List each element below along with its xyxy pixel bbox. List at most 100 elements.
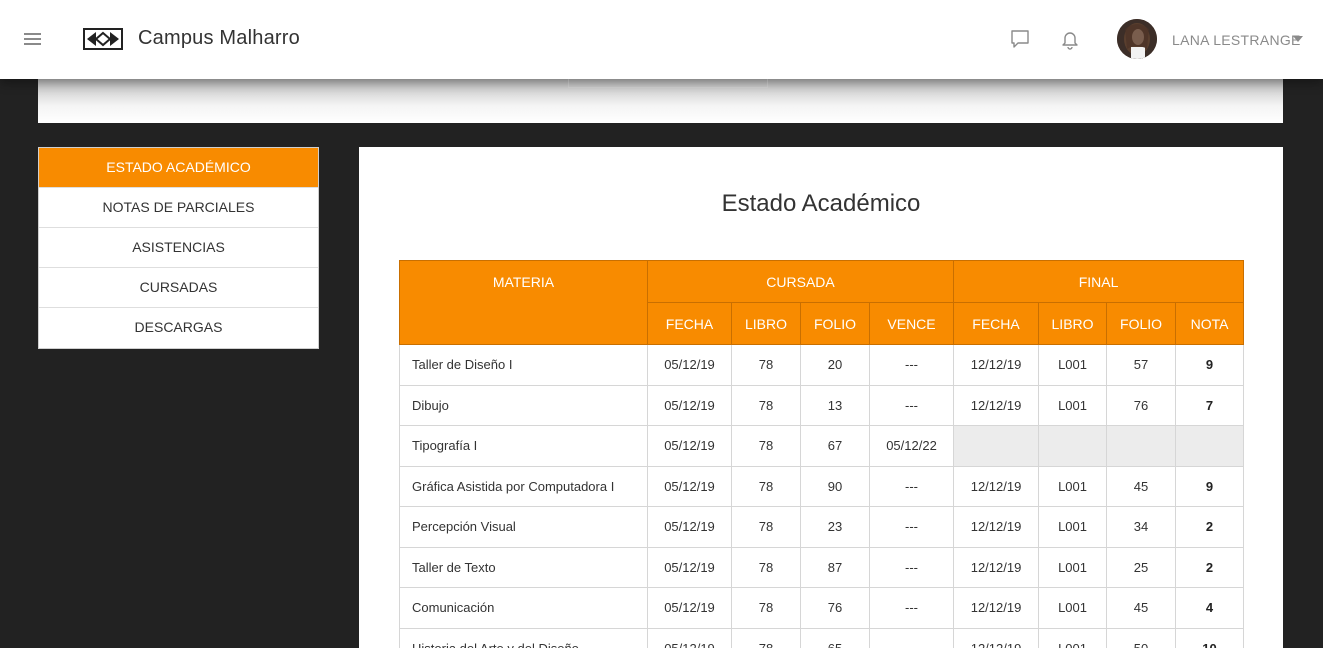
nota-cell: 4 (1175, 587, 1245, 629)
cursada-folio-cell: 20 (800, 344, 870, 386)
final-fecha-cell: 12/12/19 (953, 506, 1040, 548)
final-fecha-cell: 12/12/19 (953, 465, 1040, 507)
nota-cell: 9 (1175, 344, 1245, 386)
cursada-fecha-cell: 05/12/19 (647, 465, 732, 507)
final-folio-cell: 50 (1106, 627, 1177, 648)
table-row: Taller de Diseño I 05/12/19 78 20 --- 12/12/1… (399, 344, 1245, 386)
final-libro-cell: L001 (1038, 465, 1108, 507)
sidebar-item-descargas[interactable]: DESCARGAS (39, 308, 318, 348)
main-panel: Estado Académico MATERIA CURSADA FINAL F… (359, 147, 1283, 648)
header-cursada-folio: FOLIO (800, 302, 870, 345)
table-body: Taller de Diseño I 05/12/19 78 20 --- 12/12/1… (399, 344, 1245, 648)
sidebar-item-asistencias[interactable]: ASISTENCIAS (39, 228, 318, 268)
user-name[interactable]: LANA LESTRANGE (1172, 32, 1301, 48)
header-cursada-libro: LIBRO (731, 302, 801, 345)
final-fecha-cell: 12/12/19 (953, 546, 1040, 588)
cursada-libro-cell: 78 (731, 465, 801, 507)
header-cursada-fecha: FECHA (647, 302, 732, 345)
sidebar-item-notas-de-parciales[interactable]: NOTAS DE PARCIALES (39, 188, 318, 228)
header-final-fecha: FECHA (953, 302, 1040, 345)
cursada-fecha-cell: 05/12/19 (647, 627, 732, 648)
final-fecha-cell: 12/12/19 (953, 587, 1040, 629)
nota-cell: 2 (1175, 506, 1245, 548)
chevron-down-icon[interactable] (1293, 36, 1303, 42)
header-final-libro: LIBRO (1038, 302, 1108, 345)
page-title: Estado Académico (721, 190, 921, 217)
materia-cell: Percepción Visual (399, 506, 648, 548)
materia-cell: Taller de Diseño I (399, 344, 648, 386)
cursada-fecha-cell: 05/12/19 (647, 384, 732, 426)
materia-cell: Gráfica Asistida por Computadora I (399, 465, 648, 507)
nota-cell: 10 (1175, 627, 1245, 648)
final-fecha-cell: 12/12/19 (953, 384, 1040, 426)
bell-icon[interactable] (1059, 28, 1081, 50)
table-row: Dibujo 05/12/19 78 13 --- 12/12/19 L001 76 7 (399, 384, 1245, 426)
sidebar-menu: ESTADO ACADÉMICO NOTAS DE PARCIALES ASIS… (38, 147, 319, 349)
nota-cell: 9 (1175, 465, 1245, 507)
cursada-fecha-cell: 05/12/19 (647, 506, 732, 548)
materia-cell: Tipografía I (399, 425, 648, 467)
final-folio-cell (1106, 425, 1177, 467)
avatar[interactable] (1117, 19, 1157, 59)
table-row: Gráfica Asistida por Computadora I 05/12/… (399, 465, 1245, 507)
banner-input-outline (568, 79, 768, 88)
menu-icon[interactable] (24, 33, 41, 45)
final-libro-cell (1038, 425, 1108, 467)
table-row: Percepción Visual 05/12/19 78 23 --- 12/12/19… (399, 506, 1245, 548)
final-folio-cell: 25 (1106, 546, 1177, 588)
table-row: Taller de Texto 05/12/19 78 87 --- 12/12/19 L0… (399, 546, 1245, 588)
table-row: Comunicación 05/12/19 78 76 --- 12/12/19 L001 4… (399, 587, 1245, 629)
final-folio-cell: 45 (1106, 465, 1177, 507)
vence-cell: --- (868, 344, 955, 386)
header-cursada-vence: VENCE (868, 302, 955, 345)
header-materia: MATERIA (399, 260, 648, 345)
vence-cell: --- (868, 384, 955, 426)
vence-cell: --- (868, 465, 955, 507)
final-folio-cell: 45 (1106, 587, 1177, 629)
cursada-folio-cell: 23 (800, 506, 870, 548)
header-final-nota: NOTA (1175, 302, 1245, 345)
cursada-libro-cell: 78 (731, 587, 801, 629)
cursada-folio-cell: 87 (800, 546, 870, 588)
sidebar-item-cursadas[interactable]: CURSADAS (39, 268, 318, 308)
header-cursada: CURSADA (646, 260, 955, 303)
final-libro-cell: L001 (1038, 344, 1108, 386)
brand-name[interactable]: Campus Malharro (138, 27, 300, 50)
cursada-fecha-cell: 05/12/19 (647, 425, 732, 467)
nota-cell: 2 (1175, 546, 1245, 588)
logo-icon[interactable] (83, 28, 123, 50)
table-row: Historia del Arte y del Diseño05/12/1978… (399, 627, 1245, 648)
materia-cell: Dibujo (399, 384, 648, 426)
cursada-folio-cell: 76 (800, 587, 870, 629)
cursada-folio-cell: 65 (800, 627, 870, 648)
top-navbar: Campus Malharro LANA LESTRANGE (0, 0, 1323, 79)
materia-cell: Historia del Arte y del Diseño (399, 627, 648, 648)
cursada-libro-cell: 78 (731, 506, 801, 548)
sidebar-item-estado-academico[interactable]: ESTADO ACADÉMICO (39, 148, 318, 188)
materia-cell: Taller de Texto (399, 546, 648, 588)
vence-cell: --- (868, 506, 955, 548)
final-fecha-cell: 12/12/19 (953, 627, 1040, 648)
nota-cell (1175, 425, 1245, 467)
cursada-fecha-cell: 05/12/19 (647, 587, 732, 629)
cursada-libro-cell: 78 (731, 425, 801, 467)
header-final: FINAL (953, 260, 1245, 303)
final-fecha-cell (953, 425, 1040, 467)
final-folio-cell: 34 (1106, 506, 1177, 548)
vence-cell: --- (868, 627, 955, 648)
chat-icon[interactable] (1009, 28, 1031, 50)
final-libro-cell: L001 (1038, 546, 1108, 588)
final-fecha-cell: 12/12/19 (953, 344, 1040, 386)
cursada-libro-cell: 78 (731, 384, 801, 426)
final-folio-cell: 76 (1106, 384, 1177, 426)
cursada-folio-cell: 90 (800, 465, 870, 507)
vence-cell: --- (868, 587, 955, 629)
final-libro-cell: L001 (1038, 627, 1108, 648)
cursada-fecha-cell: 05/12/19 (647, 546, 732, 588)
cursada-libro-cell: 78 (731, 344, 801, 386)
materia-cell: Comunicación (399, 587, 648, 629)
header-final-folio: FOLIO (1106, 302, 1177, 345)
table-row: Tipografía I 05/12/19 78 67 05/12/22 (399, 425, 1245, 467)
academic-table: MATERIA CURSADA FINAL FECHA LIBRO FOLIO … (399, 260, 1245, 648)
cursada-fecha-cell: 05/12/19 (647, 344, 732, 386)
